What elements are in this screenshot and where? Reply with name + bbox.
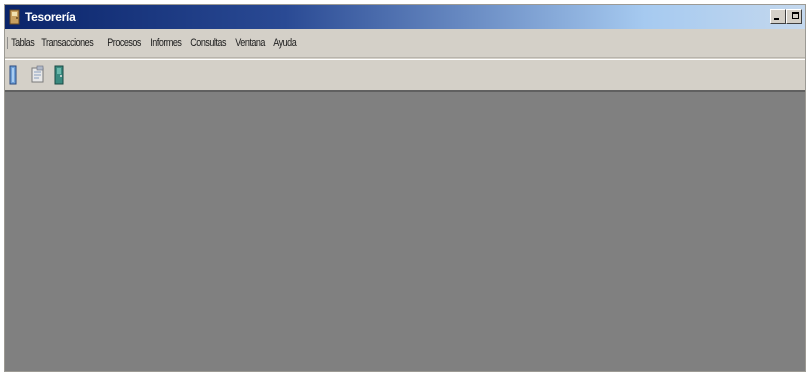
maximize-icon: [792, 12, 799, 19]
mdi-workspace[interactable]: [5, 92, 805, 371]
menu-transacciones[interactable]: Transacciones: [38, 37, 96, 49]
title-bar[interactable]: Tesorería: [5, 5, 805, 29]
maximize-button[interactable]: [786, 9, 802, 24]
minimize-icon: [774, 18, 779, 20]
menu-consultas[interactable]: Consultas: [187, 37, 229, 49]
menu-bar: Tablas Transacciones Procesos Informes C…: [5, 29, 805, 58]
door-icon[interactable]: [7, 64, 25, 86]
window-title: Tesorería: [25, 10, 76, 24]
exit-door-icon[interactable]: [51, 64, 69, 86]
toolbar: [5, 59, 805, 92]
menu-tablas[interactable]: Tablas: [7, 37, 38, 49]
minimize-button[interactable]: [770, 9, 786, 24]
menu-procesos[interactable]: Procesos: [104, 37, 144, 49]
menu-informes[interactable]: Informes: [147, 37, 185, 49]
app-window: Tesorería Tablas Transacciones Procesos …: [4, 4, 806, 372]
notepad-icon[interactable]: [29, 64, 47, 86]
app-icon: [8, 9, 22, 25]
window-controls: [770, 9, 802, 24]
menu-ventana[interactable]: Ventana: [232, 37, 268, 49]
menu-ayuda[interactable]: Ayuda: [270, 37, 300, 49]
